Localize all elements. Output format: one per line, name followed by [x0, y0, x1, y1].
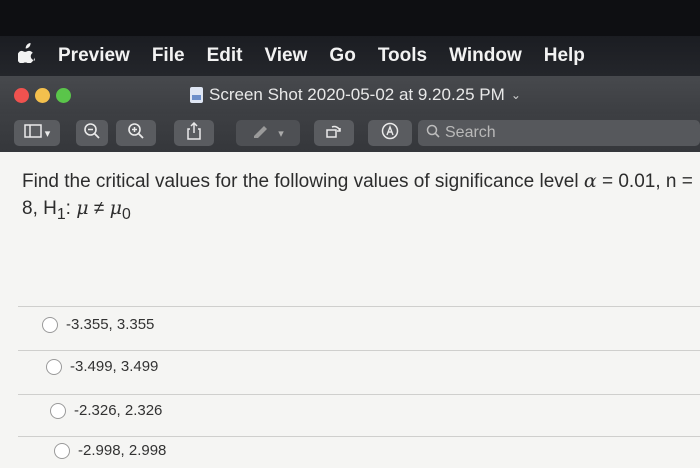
menu-edit[interactable]: Edit	[207, 45, 243, 67]
search-field[interactable]: Search	[418, 120, 700, 146]
zoom-out-button[interactable]	[76, 120, 108, 146]
markup-pen-button[interactable]: ▾	[236, 120, 300, 146]
search-icon	[426, 124, 440, 143]
option-label: -2.326, 2.326	[74, 402, 163, 419]
mu-symbol: μ	[109, 197, 122, 219]
close-button[interactable]	[14, 88, 29, 103]
question-text: Find the critical values for the followi…	[22, 168, 698, 228]
pen-icon	[252, 124, 270, 142]
divider	[18, 350, 700, 351]
subscript: 0	[121, 205, 131, 223]
zoom-button[interactable]	[56, 88, 71, 103]
option-label: -3.499, 3.499	[70, 358, 159, 375]
menu-bar: Preview File Edit View Go Tools Window H…	[0, 36, 700, 76]
search-placeholder: Search	[445, 124, 496, 141]
share-icon	[186, 121, 202, 144]
divider	[18, 436, 700, 437]
apple-icon[interactable]	[16, 43, 44, 69]
mu-symbol: μ	[76, 197, 89, 219]
markup-button[interactable]	[368, 120, 412, 146]
alpha-symbol: α	[583, 170, 597, 192]
radio-button[interactable]	[50, 402, 66, 419]
divider	[18, 394, 700, 395]
chevron-down-icon: ▾	[44, 127, 51, 140]
menu-file[interactable]: File	[152, 45, 185, 67]
menu-tools[interactable]: Tools	[378, 45, 427, 67]
document-content: Find the critical values for the followi…	[0, 152, 700, 468]
window-title-text: Screen Shot 2020-05-02 at 9.20.25 PM	[209, 85, 505, 104]
title-bar: Screen Shot 2020-05-02 at 9.20.25 PM ⌄	[0, 76, 700, 114]
share-button[interactable]	[174, 120, 214, 146]
radio-button[interactable]	[42, 316, 58, 333]
toolbar: ▾ ▾ Search	[0, 114, 700, 152]
radio-button[interactable]	[46, 358, 62, 375]
rotate-button[interactable]	[314, 120, 354, 146]
question-part: 8, H	[22, 198, 57, 219]
subscript: 1	[56, 205, 66, 223]
zoom-in-icon	[127, 122, 145, 144]
zoom-in-button[interactable]	[116, 120, 156, 146]
chevron-down-icon: ▾	[278, 127, 284, 140]
chevron-down-icon[interactable]: ⌄	[511, 88, 521, 102]
question-part: :	[65, 198, 77, 219]
question-part: = 0.01, n =	[601, 171, 693, 192]
markup-icon	[381, 122, 399, 144]
menu-help[interactable]: Help	[544, 45, 585, 67]
preview-window: Screen Shot 2020-05-02 at 9.20.25 PM ⌄ ▾	[0, 76, 700, 468]
minimize-button[interactable]	[35, 88, 50, 103]
radio-button[interactable]	[54, 442, 70, 459]
option-label: -3.355, 3.355	[66, 316, 155, 333]
option-label: -2.998, 2.998	[78, 442, 167, 459]
menu-preview[interactable]: Preview	[58, 45, 130, 67]
window-title[interactable]: Screen Shot 2020-05-02 at 9.20.25 PM ⌄	[190, 85, 521, 105]
option-3[interactable]: -2.326, 2.326	[50, 402, 162, 419]
sidebar-toggle-button[interactable]: ▾	[14, 120, 60, 146]
menu-go[interactable]: Go	[329, 45, 355, 67]
menu-view[interactable]: View	[264, 45, 307, 67]
document-icon	[190, 87, 203, 103]
option-4[interactable]: -2.998, 2.998	[54, 442, 166, 459]
menu-window[interactable]: Window	[449, 45, 522, 67]
rotate-icon	[325, 123, 343, 143]
zoom-out-icon	[83, 122, 101, 144]
not-equal-symbol: ≠	[88, 198, 110, 219]
option-2[interactable]: -3.499, 3.499	[46, 358, 158, 375]
divider	[18, 306, 700, 307]
question-part: Find the critical values for the followi…	[22, 171, 579, 192]
option-1[interactable]: -3.355, 3.355	[42, 316, 154, 333]
sidebar-icon	[23, 124, 42, 142]
